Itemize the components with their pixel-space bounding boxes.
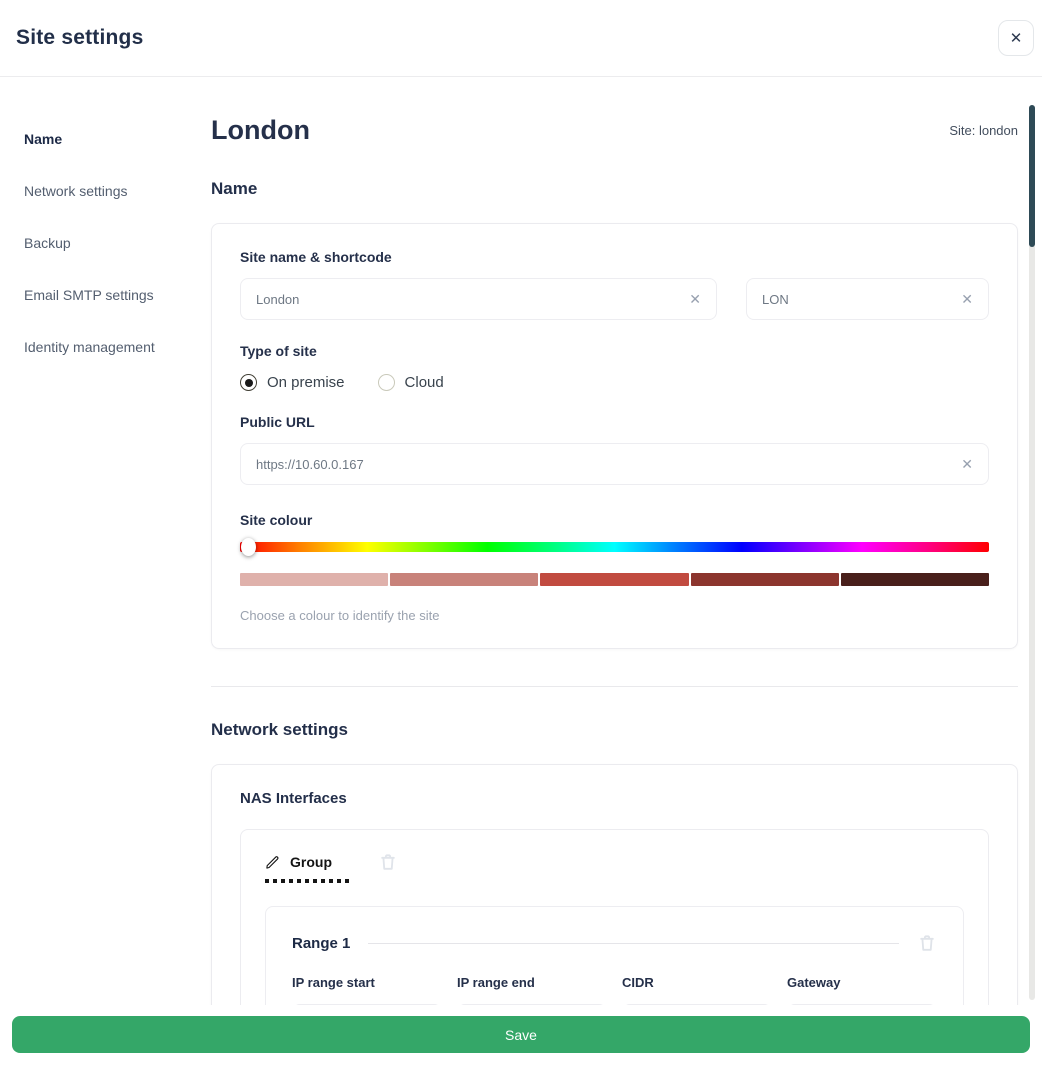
- colour-hint: Choose a colour to identify the site: [240, 608, 989, 623]
- sidebar-item-label: Identity management: [24, 339, 155, 355]
- radio-on-premise[interactable]: On premise: [240, 374, 345, 391]
- modal-header: Site settings ✕: [0, 0, 1042, 77]
- sidebar-item-label: Network settings: [24, 183, 127, 199]
- range-title: Range 1: [292, 935, 350, 952]
- type-of-site-label: Type of site: [240, 343, 989, 359]
- sidebar-item-network-settings[interactable]: Network settings: [0, 165, 195, 217]
- site-name-label: Site name & shortcode: [240, 249, 989, 265]
- colour-swatches: [240, 573, 989, 586]
- hue-slider[interactable]: [240, 542, 989, 552]
- save-button[interactable]: Save: [12, 1016, 1030, 1053]
- clear-icon[interactable]: ✕: [689, 292, 701, 306]
- ip-range-end-label: IP range end: [457, 975, 607, 990]
- colour-swatch[interactable]: [390, 573, 538, 586]
- colour-swatch[interactable]: [841, 573, 989, 586]
- public-url-input[interactable]: [256, 457, 951, 472]
- radio-label: On premise: [267, 374, 345, 391]
- scrollbar-thumb[interactable]: [1029, 105, 1035, 247]
- page-title: London: [211, 115, 310, 146]
- public-url-inputbox: ✕: [240, 443, 989, 485]
- sidebar-item-identity-management[interactable]: Identity management: [0, 321, 195, 373]
- settings-main-panel: London Site: london Name Site name & sho…: [195, 77, 1042, 1005]
- site-colour-label: Site colour: [240, 512, 989, 528]
- colour-swatch[interactable]: [540, 573, 688, 586]
- radio-label: Cloud: [405, 374, 444, 391]
- radio-unselected-icon: [378, 374, 395, 391]
- trash-icon[interactable]: [378, 852, 398, 872]
- ip-range-start-label: IP range start: [292, 975, 442, 990]
- range-divider-line: [368, 943, 899, 944]
- settings-sidebar: Name Network settings Backup Email SMTP …: [0, 77, 195, 1005]
- section-divider: [211, 686, 1018, 687]
- site-name-inputbox: ✕: [240, 278, 717, 320]
- shortcode-input[interactable]: [762, 292, 951, 307]
- nas-interfaces-title: NAS Interfaces: [240, 790, 989, 807]
- shortcode-inputbox: ✕: [746, 278, 989, 320]
- sidebar-item-label: Name: [24, 131, 62, 147]
- sidebar-item-name[interactable]: Name: [0, 113, 195, 165]
- colour-swatch[interactable]: [691, 573, 839, 586]
- pencil-icon[interactable]: [265, 855, 280, 870]
- section-heading-name: Name: [211, 179, 1018, 199]
- site-reference: Site: london: [949, 123, 1018, 138]
- sidebar-item-label: Backup: [24, 235, 71, 251]
- gateway-label: Gateway: [787, 975, 937, 990]
- radio-selected-icon: [240, 374, 257, 391]
- close-icon: ✕: [1010, 29, 1023, 47]
- name-settings-card: Site name & shortcode ✕ ✕ Type of site O…: [211, 223, 1018, 649]
- footer-bar: Save: [0, 1005, 1042, 1065]
- sidebar-item-backup[interactable]: Backup: [0, 217, 195, 269]
- modal-title: Site settings: [16, 26, 143, 50]
- clear-icon[interactable]: ✕: [961, 457, 973, 471]
- trash-icon[interactable]: [917, 933, 937, 953]
- public-url-label: Public URL: [240, 414, 989, 430]
- hue-slider-handle[interactable]: [241, 538, 256, 556]
- group-name-label: Group: [290, 854, 332, 870]
- radio-cloud[interactable]: Cloud: [378, 374, 444, 391]
- sidebar-item-email-smtp[interactable]: Email SMTP settings: [0, 269, 195, 321]
- site-name-input[interactable]: [256, 292, 679, 307]
- close-button[interactable]: ✕: [998, 20, 1034, 56]
- colour-swatch[interactable]: [240, 573, 388, 586]
- group-name-underline: [265, 879, 349, 883]
- section-heading-network: Network settings: [211, 720, 1018, 740]
- clear-icon[interactable]: ✕: [961, 292, 973, 306]
- sidebar-item-label: Email SMTP settings: [24, 287, 154, 303]
- cidr-label: CIDR: [622, 975, 772, 990]
